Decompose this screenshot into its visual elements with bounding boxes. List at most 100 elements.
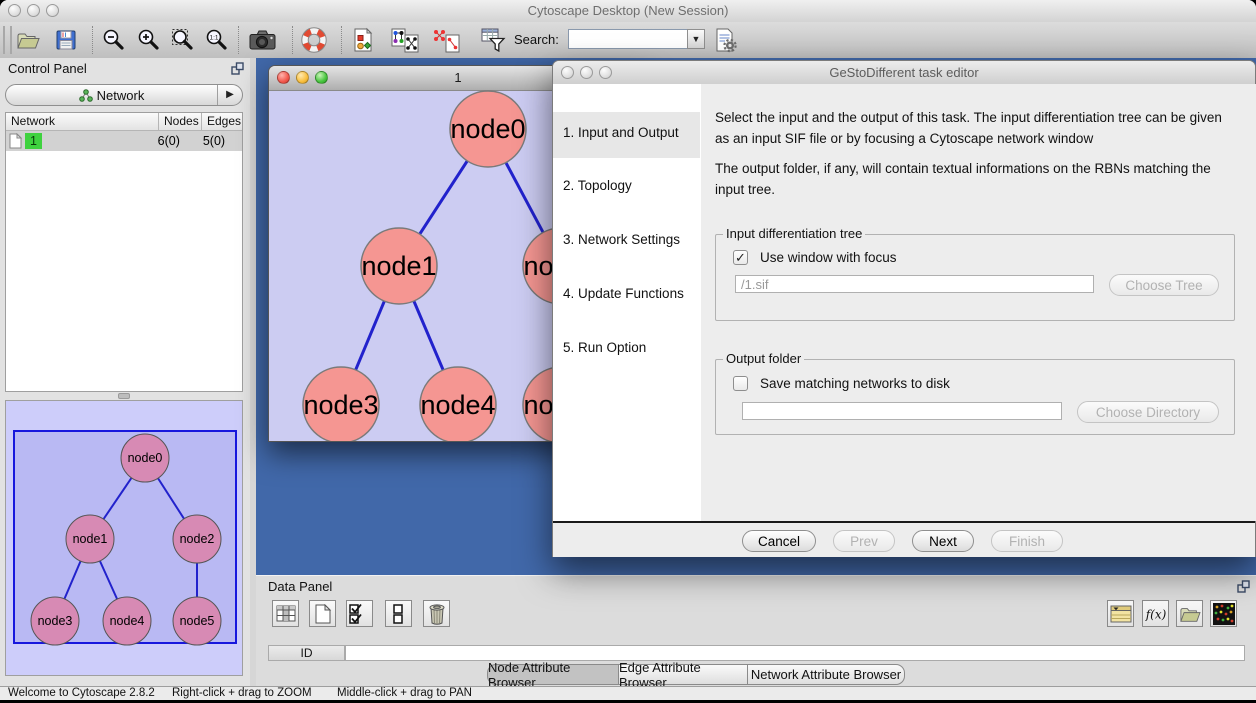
- function-icon: f(x): [1144, 604, 1168, 624]
- svg-text:node3: node3: [38, 614, 73, 628]
- use-window-with-focus-checkbox[interactable]: ✓: [733, 250, 748, 265]
- filter-button[interactable]: [477, 25, 509, 55]
- dialog-intro-text-2: The output folder, if any, will contain …: [715, 158, 1223, 200]
- filter-icon: [480, 27, 507, 54]
- step-topology[interactable]: 2. Topology: [553, 178, 701, 196]
- search-label: Search:: [514, 22, 559, 58]
- panel-splitter[interactable]: [5, 392, 243, 400]
- heatmap-button[interactable]: [1210, 600, 1237, 627]
- save-networks-label: Save matching networks to disk: [760, 376, 950, 391]
- search-settings-button[interactable]: [710, 25, 742, 55]
- import-network-button[interactable]: [431, 25, 463, 55]
- zoom-button[interactable]: [315, 71, 328, 84]
- zoom-button[interactable]: [599, 66, 612, 79]
- tab-overflow-arrow[interactable]: ▶: [217, 85, 242, 105]
- status-message-pan-hint: Middle-click + drag to PAN: [337, 687, 472, 699]
- chevron-right-icon: ▶: [226, 89, 234, 100]
- cancel-button[interactable]: Cancel: [742, 530, 816, 552]
- help-button[interactable]: [298, 25, 330, 55]
- heatmap-icon: [1213, 603, 1235, 625]
- control-panel-title: Control Panel: [0, 58, 250, 80]
- save-floppy-icon: [54, 28, 78, 52]
- network-overview[interactable]: node0 node1 node2 node3 node4 node5: [5, 400, 243, 676]
- open-session-button[interactable]: [12, 25, 44, 55]
- attribute-batch-button[interactable]: [1107, 600, 1134, 627]
- finish-button[interactable]: Finish: [991, 530, 1063, 552]
- attribute-value-field[interactable]: [345, 645, 1245, 661]
- import-network-file-icon: [390, 26, 422, 54]
- step-input-and-output[interactable]: 1. Input and Output: [553, 125, 701, 143]
- prev-button[interactable]: Prev: [833, 530, 895, 552]
- close-button[interactable]: [561, 66, 574, 79]
- export-image-button[interactable]: [246, 25, 278, 55]
- zoom-in-button[interactable]: [133, 25, 165, 55]
- tab-edge-attribute-browser[interactable]: Edge Attribute Browser: [619, 664, 748, 685]
- unselect-all-attributes-button[interactable]: [385, 600, 412, 627]
- zoom-button[interactable]: [46, 4, 59, 17]
- toolbar-separator: [292, 26, 293, 54]
- zoom-actual-size-icon: 1:1: [204, 27, 230, 53]
- dialog-titlebar[interactable]: GeStoDifferent task editor: [553, 61, 1255, 85]
- column-header-network[interactable]: Network: [6, 113, 159, 130]
- search-settings-icon: [713, 27, 739, 53]
- checkmark-icon: ✓: [735, 250, 746, 265]
- open-folder-icon: [15, 28, 41, 52]
- float-panel-icon[interactable]: [1237, 580, 1250, 598]
- next-button[interactable]: Next: [912, 530, 974, 552]
- checked-boxes-icon: [348, 603, 372, 625]
- step-network-settings[interactable]: 3. Network Settings: [553, 232, 701, 250]
- save-networks-checkbox[interactable]: [733, 376, 748, 391]
- input-tree-group: Input differentiation tree ✓ Use window …: [715, 234, 1235, 321]
- choose-directory-button[interactable]: Choose Directory: [1077, 401, 1219, 423]
- zoom-actual-size-button[interactable]: 1:1: [201, 25, 233, 55]
- chevron-down-icon: ▼: [692, 34, 701, 44]
- unchecked-boxes-icon: [387, 603, 411, 625]
- network-list: Network Nodes Edges 1 6(0) 5(0): [5, 112, 243, 392]
- float-panel-icon[interactable]: [231, 62, 244, 80]
- minimize-button[interactable]: [27, 4, 40, 17]
- input-tree-path-field[interactable]: [735, 275, 1094, 293]
- task-editor-dialog: GeStoDifferent task editor 1. Input and …: [552, 60, 1256, 557]
- vizmapper-button[interactable]: [347, 25, 379, 55]
- data-panel: Data Panel: [256, 575, 1256, 686]
- tab-node-attribute-browser[interactable]: Node Attribute Browser: [487, 664, 619, 685]
- step-update-functions[interactable]: 4. Update Functions: [553, 286, 701, 304]
- save-session-button[interactable]: [50, 25, 82, 55]
- delete-attribute-button[interactable]: [423, 600, 450, 627]
- function-builder-button[interactable]: f(x): [1142, 600, 1169, 627]
- status-message-zoom-hint: Right-click + drag to ZOOM: [172, 687, 312, 699]
- output-folder-group: Output folder Save matching networks to …: [715, 359, 1235, 435]
- tab-network[interactable]: Network ▶: [5, 84, 243, 106]
- control-panel: Control Panel Network ▶ Network Nodes Ed…: [0, 58, 251, 686]
- import-network-file-button[interactable]: [390, 25, 422, 55]
- search-dropdown-button[interactable]: ▼: [687, 29, 705, 49]
- camera-icon: [247, 27, 277, 53]
- column-header-nodes[interactable]: Nodes: [159, 113, 202, 130]
- toolbar-separator: [341, 26, 342, 54]
- toolbar-grip[interactable]: [3, 26, 12, 54]
- output-folder-path-field[interactable]: [742, 402, 1062, 420]
- choose-tree-button[interactable]: Choose Tree: [1109, 274, 1219, 296]
- zoom-selected-button[interactable]: [167, 25, 199, 55]
- close-button[interactable]: [277, 71, 290, 84]
- main-toolbar: 1:1: [0, 22, 1256, 59]
- import-attributes-button[interactable]: [1176, 600, 1203, 627]
- close-button[interactable]: [8, 4, 21, 17]
- status-message-welcome: Welcome to Cytoscape 2.8.2: [8, 687, 155, 699]
- document-icon: [9, 133, 22, 149]
- zoom-out-button[interactable]: [98, 25, 130, 55]
- tab-network-attribute-browser[interactable]: Network Attribute Browser: [748, 664, 905, 685]
- svg-text:1:1: 1:1: [209, 35, 218, 42]
- network-window-controls: [277, 71, 334, 84]
- data-panel-title: Data Panel: [256, 576, 1256, 598]
- minimize-button[interactable]: [580, 66, 593, 79]
- create-attribute-button[interactable]: [309, 600, 336, 627]
- select-attributes-button[interactable]: [272, 600, 299, 627]
- search-input[interactable]: [568, 29, 690, 49]
- id-column-header[interactable]: ID: [268, 645, 345, 661]
- network-list-row[interactable]: 1 6(0) 5(0): [6, 131, 242, 151]
- minimize-button[interactable]: [296, 71, 309, 84]
- select-all-attributes-button[interactable]: [346, 600, 373, 627]
- step-run-option[interactable]: 5. Run Option: [553, 340, 701, 358]
- column-header-edges[interactable]: Edges: [202, 113, 242, 130]
